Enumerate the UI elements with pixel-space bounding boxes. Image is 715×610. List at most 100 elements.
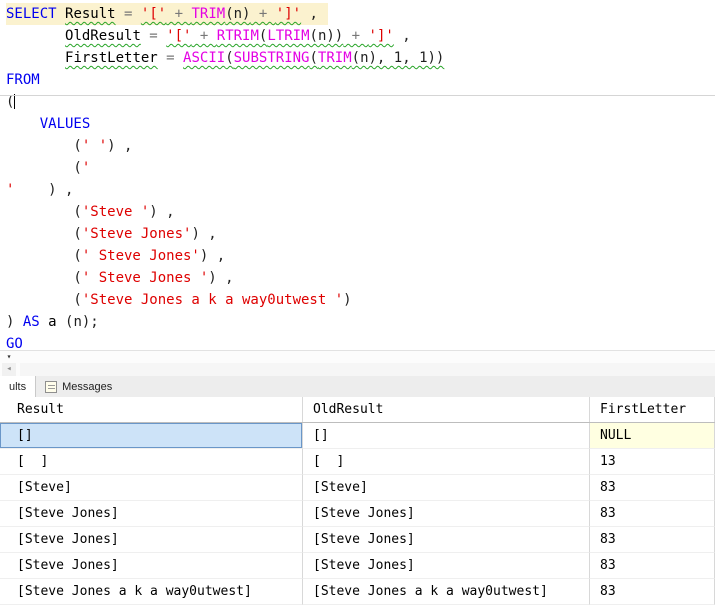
code-token: ( [6, 204, 82, 220]
code-token: GO [6, 336, 23, 350]
grid-body: [][] NULL[ ][ ] 13 [Steve] [Steve] 83 [Steve J… [0, 423, 715, 605]
code-line[interactable]: FirstLetter = ASCII(SUBSTRING(TRIM(n), 1… [6, 47, 715, 69]
code-line[interactable]: ('Steve Jones') , [6, 223, 715, 245]
code-token: FROM [6, 72, 40, 88]
table-row: [Steve] [Steve] 83 [0, 475, 715, 501]
grid-cell[interactable]: [Steve Jones] [0, 501, 303, 527]
column-header-result[interactable]: Result [0, 397, 303, 422]
code-line[interactable]: GO [6, 333, 715, 350]
code-token: ) , [208, 270, 234, 286]
grid-cell[interactable]: [Steve Jones] [0, 553, 303, 579]
divider-line [0, 95, 715, 96]
grid-cell[interactable]: [Steve] [303, 475, 590, 501]
code-editor[interactable]: SELECT Result = '[' + TRIM(n) + ']' , Ol… [0, 0, 715, 350]
grid-cell[interactable]: [Steve Jones] [303, 553, 590, 579]
code-token: ( [6, 292, 82, 308]
code-line[interactable]: ( [0, 91, 715, 113]
code-token: 'Steve ' [81, 204, 150, 220]
grid-cell[interactable]: [] [303, 423, 590, 449]
code-token: OldResult [65, 28, 141, 44]
table-row: [Steve Jones a k a way0utwest] [Steve Jon… [0, 579, 715, 605]
grid-cell[interactable]: 83 [590, 501, 715, 527]
scrollbar-dropdown-icon[interactable]: ▾ [2, 351, 16, 362]
grid-cell[interactable]: [Steve Jones a k a way0utwest] [0, 579, 303, 605]
code-token: ' Steve Jones ' [81, 270, 209, 286]
grid-header-row: Result OldResult FirstLetter [0, 397, 715, 423]
code-line[interactable]: (' ') , [6, 135, 715, 157]
grid-cell[interactable]: 13 [590, 449, 715, 475]
code-token: '[' [140, 6, 167, 22]
code-token: Result [65, 6, 116, 22]
horizontal-scrollbar-track[interactable] [20, 363, 715, 376]
code-token: ']' [275, 6, 302, 22]
grid-cell[interactable]: [Steve Jones] [0, 527, 303, 553]
column-header-firstletter[interactable]: FirstLetter [590, 397, 715, 422]
code-token: ) , [48, 182, 74, 198]
code-token: LTRIM [267, 28, 310, 44]
code-token: ' ' [81, 138, 108, 154]
tab-messages-label: Messages [62, 380, 113, 393]
code-token: (n); [65, 314, 99, 330]
grid-cell[interactable]: [] [0, 423, 303, 449]
messages-icon [45, 380, 58, 393]
code-token: (n)) [309, 28, 344, 44]
grid-cell[interactable]: 83 [590, 527, 715, 553]
grid-cell[interactable]: 83 [590, 553, 715, 579]
code-token: + [191, 28, 217, 44]
code-token: ( [6, 226, 82, 242]
code-token: ) [6, 314, 23, 330]
grid-cell[interactable]: NULL [590, 423, 715, 449]
code-token: TRIM [191, 6, 226, 22]
code-line[interactable]: (' [6, 157, 715, 179]
table-row: [ ][ ] 13 [0, 449, 715, 475]
code-token: ']' [368, 28, 394, 44]
grid-cell[interactable]: 83 [590, 579, 715, 605]
code-token: ) [343, 292, 352, 308]
code-token: = [157, 50, 184, 66]
text-caret [14, 94, 16, 109]
code-line[interactable]: ('Steve ') , [6, 201, 715, 223]
code-token: = [140, 28, 167, 44]
column-header-oldresult[interactable]: OldResult [303, 397, 590, 422]
grid-cell[interactable]: 83 [590, 475, 715, 501]
tab-messages[interactable]: Messages [36, 376, 121, 397]
code-line[interactable]: ) AS a (n); [6, 311, 715, 333]
grid-cell[interactable]: [Steve Jones] [303, 501, 590, 527]
code-token: ( [6, 270, 82, 286]
code-token: ) , [199, 248, 226, 264]
table-row: [][] NULL [0, 423, 715, 449]
code-token: , [393, 28, 411, 44]
code-token: VALUES [39, 116, 91, 132]
code-token: + [166, 6, 192, 22]
code-token: SELECT [6, 6, 66, 22]
code-token: 'Steve Jones a k a way0utwest ' [81, 292, 344, 308]
code-token: + [343, 28, 369, 44]
code-line[interactable]: (' Steve Jones') , [6, 245, 715, 267]
code-line[interactable]: ' ) , [6, 179, 715, 201]
code-line[interactable]: SELECT Result = '[' + TRIM(n) + ']' , [6, 3, 328, 25]
code-token: , [301, 6, 318, 22]
results-grid: Result OldResult FirstLetter [][] NULL[ ][ … [0, 397, 715, 605]
code-line[interactable]: OldResult = '[' + RTRIM(LTRIM(n)) + ']' … [6, 25, 715, 47]
editor-scrollbar[interactable]: ▾ ◂ [0, 350, 715, 376]
code-line[interactable]: ('Steve Jones a k a way0utwest ') [6, 289, 715, 311]
code-token: ' Steve Jones' [81, 248, 200, 264]
scrollbar-left-arrow-icon[interactable]: ◂ [2, 363, 16, 376]
code-token: ( [225, 50, 234, 66]
grid-cell[interactable]: [ ] [0, 449, 303, 475]
grid-cell[interactable]: [ ] [303, 449, 590, 475]
code-token: 'Steve Jones' [81, 226, 192, 242]
code-line[interactable]: (' Steve Jones ') , [6, 267, 715, 289]
grid-cell[interactable]: [Steve] [0, 475, 303, 501]
grid-cell[interactable]: [Steve Jones] [303, 527, 590, 553]
code-line[interactable]: VALUES [6, 113, 715, 135]
grid-cell[interactable]: [Steve Jones a k a way0utwest] [303, 579, 590, 605]
code-token: FirstLetter [65, 50, 158, 66]
code-line[interactable]: FROM [6, 69, 715, 91]
code-token: ( [6, 94, 15, 110]
tab-results[interactable]: ults [0, 376, 37, 397]
table-row: [Steve Jones] [Steve Jones] 83 [0, 553, 715, 579]
table-row: [Steve Jones] [Steve Jones] 83 [0, 527, 715, 553]
